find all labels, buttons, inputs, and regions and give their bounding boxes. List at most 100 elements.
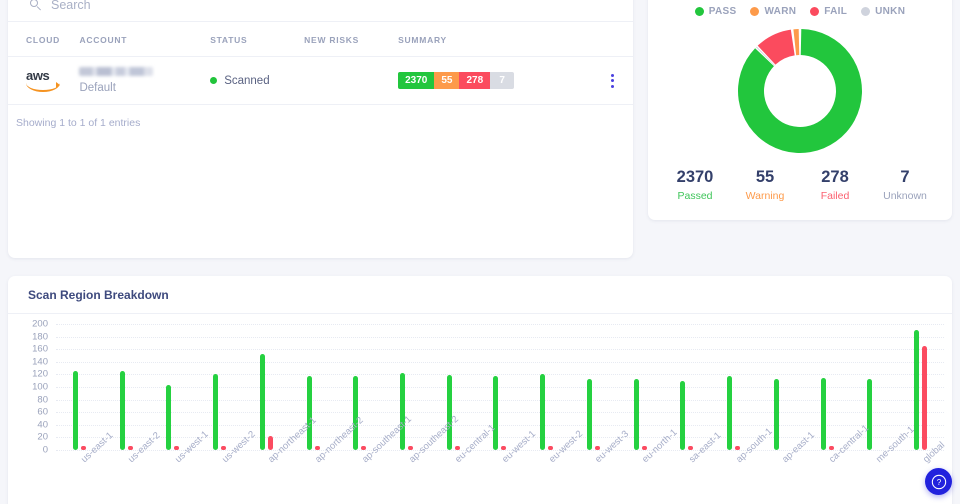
bar-failed[interactable] — [361, 446, 367, 450]
x-axis-label-cell: eu-west-2 — [523, 429, 585, 504]
donut-slice-warn[interactable] — [793, 29, 800, 56]
table-entries-count: Showing 1 to 1 of 1 entries — [16, 117, 141, 129]
bar-passed[interactable] — [213, 374, 219, 450]
bar-passed[interactable] — [259, 354, 265, 450]
search-input[interactable] — [51, 0, 251, 12]
stat-warning-label: Warning — [745, 189, 785, 202]
scan-stats-row: 2370 Passed 55 Warning 278 Failed 7 Unkn… — [648, 167, 952, 202]
cell-status: Scanned — [210, 56, 305, 105]
bar-passed[interactable] — [400, 373, 405, 450]
column-header-cloud: CLOUD — [8, 22, 80, 57]
search-bar[interactable] — [8, 0, 633, 22]
legend-item-unkn[interactable]: UNKN — [861, 6, 905, 17]
x-axis-label-cell: ap-northeast-1 — [243, 415, 319, 504]
y-axis-tick: 0 — [42, 444, 48, 456]
bar-passed[interactable] — [867, 379, 873, 450]
legend-swatch-warn-icon — [750, 7, 760, 16]
table-row[interactable]: aws Default Scanned 2370 55 278 7 — [8, 56, 633, 105]
legend-item-warn[interactable]: WARN — [750, 6, 796, 17]
bar-passed[interactable] — [540, 374, 546, 450]
x-axis-label-cell: ca-central-1 — [804, 423, 871, 504]
x-axis-label-cell: ap-south-1 — [710, 426, 775, 504]
y-axis-tick: 180 — [32, 331, 48, 343]
column-header-summary: SUMMARY — [398, 22, 593, 57]
bar-failed[interactable] — [454, 446, 460, 450]
bar-passed[interactable] — [727, 376, 733, 450]
donut-chart-svg — [738, 29, 862, 154]
bar-passed[interactable] — [820, 378, 826, 450]
bar-failed[interactable] — [174, 446, 180, 450]
bar-passed[interactable] — [306, 375, 312, 450]
scan-region-breakdown-card: Scan Region Breakdown 0 20 40 60 80 100 120 140… — [8, 276, 952, 504]
x-axis-label-cell: me-south-1 — [850, 424, 917, 504]
stat-unknown-label: Unknown — [883, 189, 927, 202]
legend-item-fail[interactable]: FAIL — [810, 6, 847, 17]
bar-passed[interactable] — [119, 371, 125, 450]
x-axis-label-cell: us-west-2 — [196, 429, 258, 504]
bar-failed[interactable] — [501, 446, 507, 450]
legend-label-pass: PASS — [708, 6, 737, 17]
x-axis-label-cell: us-east-1 — [56, 430, 115, 504]
bar-passed[interactable] — [166, 385, 172, 450]
legend-swatch-fail-icon — [810, 7, 820, 16]
bar-failed[interactable] — [127, 446, 133, 450]
x-axis-label-cell: eu-central-1 — [430, 422, 498, 504]
table-header-row: CLOUD ACCOUNT STATUS NEW RISKS SUMMARY — [8, 22, 633, 57]
y-axis-tick: 120 — [32, 368, 48, 380]
bar-group — [56, 324, 103, 450]
bar-passed[interactable] — [493, 375, 499, 450]
bar-failed[interactable] — [735, 446, 741, 450]
cell-account: Default — [79, 56, 211, 105]
bar-passed[interactable] — [72, 371, 78, 450]
legend-swatch-pass-icon — [694, 7, 704, 16]
cell-actions — [592, 56, 633, 105]
summary-bar: 2370 55 278 7 — [398, 72, 515, 89]
bar-failed[interactable] — [267, 436, 273, 450]
bar-passed[interactable] — [446, 375, 452, 450]
donut-chart — [648, 21, 952, 161]
bar-failed[interactable] — [688, 446, 694, 450]
y-axis-tick: 140 — [32, 356, 48, 368]
bar-failed[interactable] — [408, 446, 413, 450]
account-name: Default — [79, 82, 116, 94]
cell-cloud: aws — [8, 56, 80, 105]
bar-failed[interactable] — [314, 446, 320, 450]
summary-fail-count: 278 — [459, 72, 491, 89]
bar-failed[interactable] — [641, 446, 647, 450]
stat-passed-value: 2370 — [676, 168, 714, 186]
dashboard-page: CLOUD ACCOUNT STATUS NEW RISKS SUMMARY a… — [0, 0, 960, 504]
summary-pass-count: 2370 — [398, 72, 435, 89]
summary-unknown-count: 7 — [490, 72, 515, 89]
aws-wordmark: aws — [26, 67, 50, 83]
x-axis-labels: us-east-1 us-east-2 us-west-1 us-west-2 ap-n… — [56, 414, 946, 504]
bar-passed[interactable] — [633, 379, 639, 450]
y-axis-tick: 160 — [32, 343, 48, 355]
stat-warning-value: 55 — [755, 168, 775, 186]
x-axis-label-cell: ap-east-1 — [757, 430, 817, 504]
bar-passed[interactable] — [773, 379, 779, 450]
bar-failed[interactable] — [221, 446, 227, 450]
x-axis-label-cell: us-east-2 — [103, 430, 162, 504]
help-button[interactable]: ? — [925, 468, 952, 495]
x-axis-label-cell: us-west-1 — [149, 429, 211, 504]
bar-passed[interactable] — [353, 375, 359, 450]
bar-failed[interactable] — [828, 446, 834, 450]
donut-legend: PASS WARN FAIL UNKN — [648, 0, 952, 17]
y-axis: 0 20 40 60 80 100 120 140 160 180 200 — [8, 319, 54, 456]
bar-passed[interactable] — [586, 378, 592, 450]
bar-failed[interactable] — [548, 446, 554, 450]
x-axis-label-cell: ap-southeast-2 — [383, 414, 461, 504]
bar-failed[interactable] — [922, 346, 928, 450]
row-actions-menu-icon[interactable] — [592, 73, 633, 88]
bar-passed[interactable] — [680, 380, 686, 450]
legend-swatch-unkn-icon — [861, 7, 871, 16]
stat-passed: 2370 Passed — [660, 167, 730, 202]
status-badge: Scanned — [224, 74, 270, 87]
status-dot-icon — [210, 77, 218, 84]
scan-summary-card: PASS WARN FAIL UNKN 2370 Passed 55 Warni… — [648, 0, 952, 220]
chart-title: Scan Region Breakdown — [8, 276, 952, 314]
legend-label-unkn: UNKN — [875, 6, 906, 17]
legend-item-pass[interactable]: PASS — [694, 6, 737, 17]
cell-summary: 2370 55 278 7 — [398, 56, 593, 105]
y-axis-tick: 20 — [37, 431, 48, 443]
